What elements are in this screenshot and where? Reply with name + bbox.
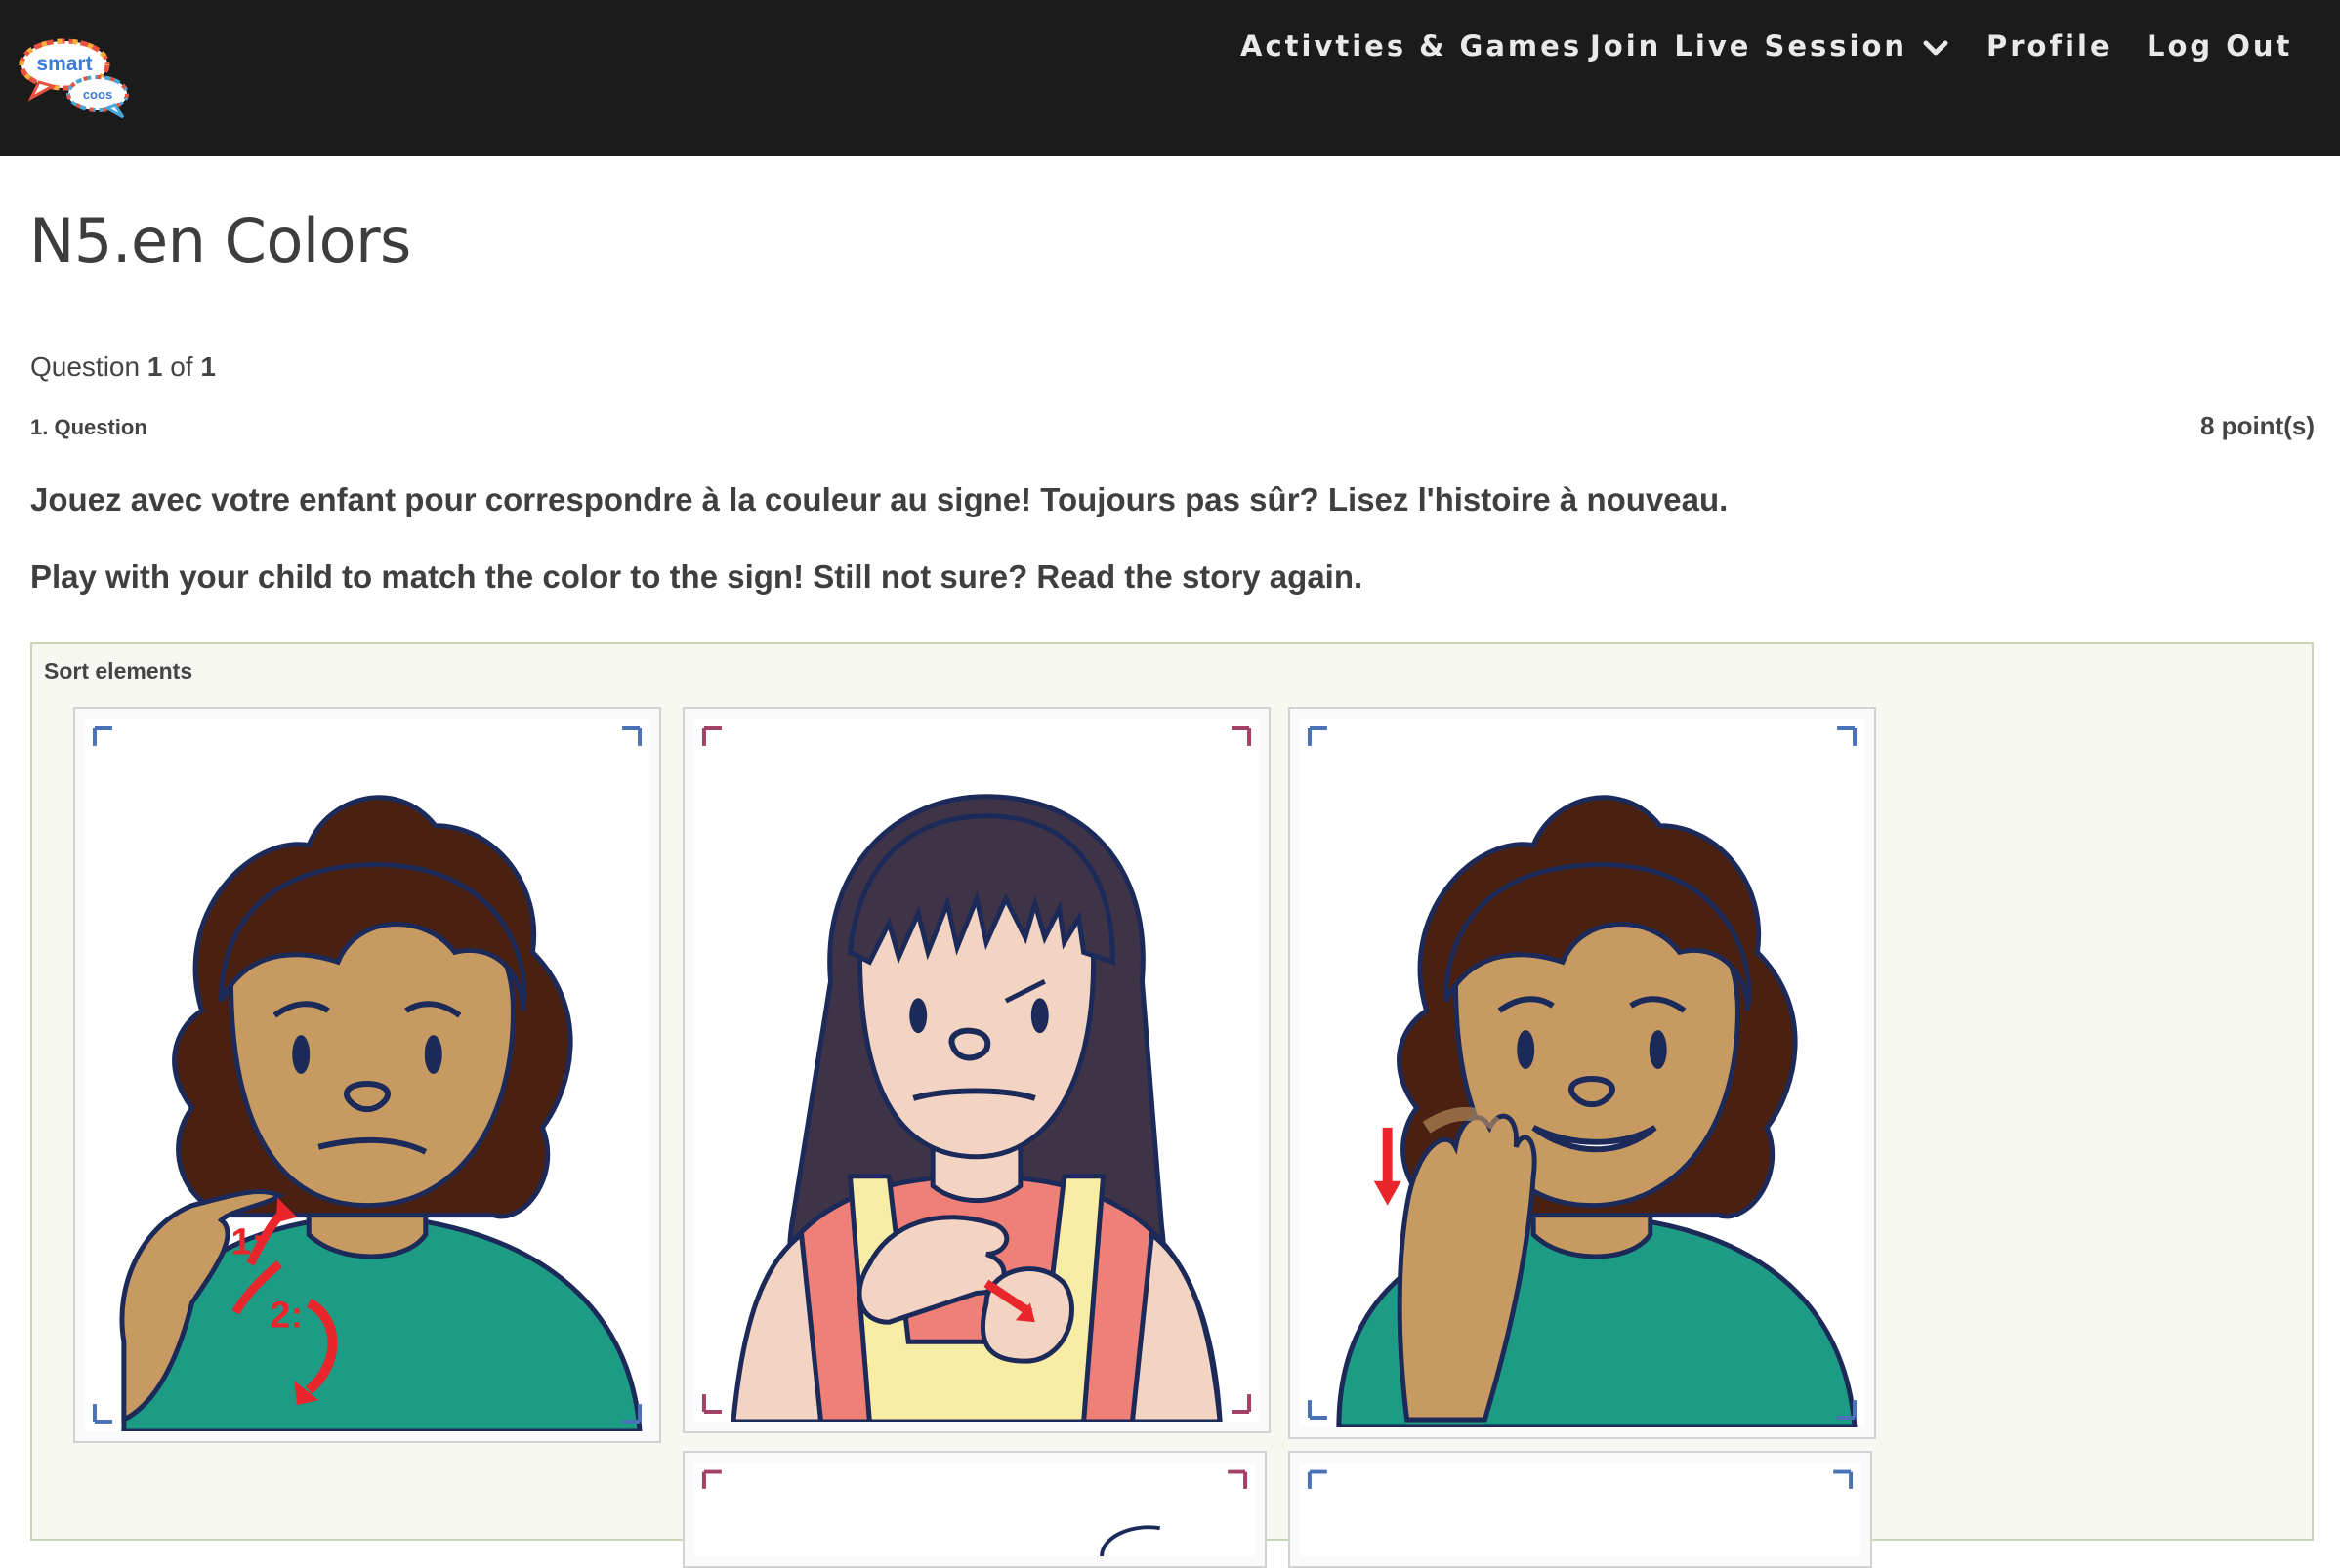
top-navbar: smart coos Activties & Games Join Live S… [0, 0, 2340, 156]
question-counter-of: of [170, 351, 193, 382]
question-counter: Question 1 of 1 [30, 351, 216, 383]
question-text-english: Play with your child to match the color … [30, 558, 1363, 595]
logo-text-coos: coos [83, 87, 112, 102]
nav-profile[interactable]: Profile [1986, 29, 2112, 62]
boy-signing-color-1-image: 1: 2: [85, 719, 649, 1431]
sign-card-image-partial [694, 1463, 1255, 1556]
arrow-label-1: 1: [230, 1221, 264, 1262]
arrow-label-2: 2: [270, 1295, 303, 1336]
sort-card-3[interactable] [1288, 707, 1876, 1439]
page-title: N5.en Colors [29, 205, 411, 276]
question-counter-current: 1 [146, 351, 163, 382]
nav-activities-games[interactable]: Activties & Games [1240, 29, 1582, 62]
logo-text-smart: smart [36, 53, 92, 75]
nav-log-out[interactable]: Log Out [2147, 29, 2292, 62]
sort-card-5[interactable] [1288, 1451, 1872, 1568]
girl-signing-color-image [694, 719, 1259, 1422]
question-counter-prefix: Question [30, 351, 141, 382]
question-counter-total: 1 [200, 351, 216, 382]
sort-card-4[interactable] [683, 1451, 1267, 1568]
smartcoos-logo[interactable]: smart coos [18, 35, 131, 119]
nav-join-live-session[interactable]: Join Live Session [1590, 29, 1950, 62]
sign-card-image-partial [1300, 1463, 1860, 1556]
chevron-down-icon [1923, 40, 1948, 56]
question-text-french: Jouez avec votre enfant pour correspondr… [30, 481, 1729, 517]
sort-elements-title: Sort elements [44, 658, 193, 683]
question-points: 8 point(s) [2200, 411, 2315, 440]
question-label: 1. Question [30, 415, 147, 439]
sort-card-1[interactable]: 1: 2: [73, 707, 661, 1443]
boy-signing-color-2-image [1300, 719, 1864, 1427]
sort-elements-area: Sort elements 1: 2: [30, 642, 2314, 1568]
nav-join-live-session-label: Join Live Session [1590, 29, 1908, 62]
sort-card-2[interactable] [683, 707, 1271, 1433]
